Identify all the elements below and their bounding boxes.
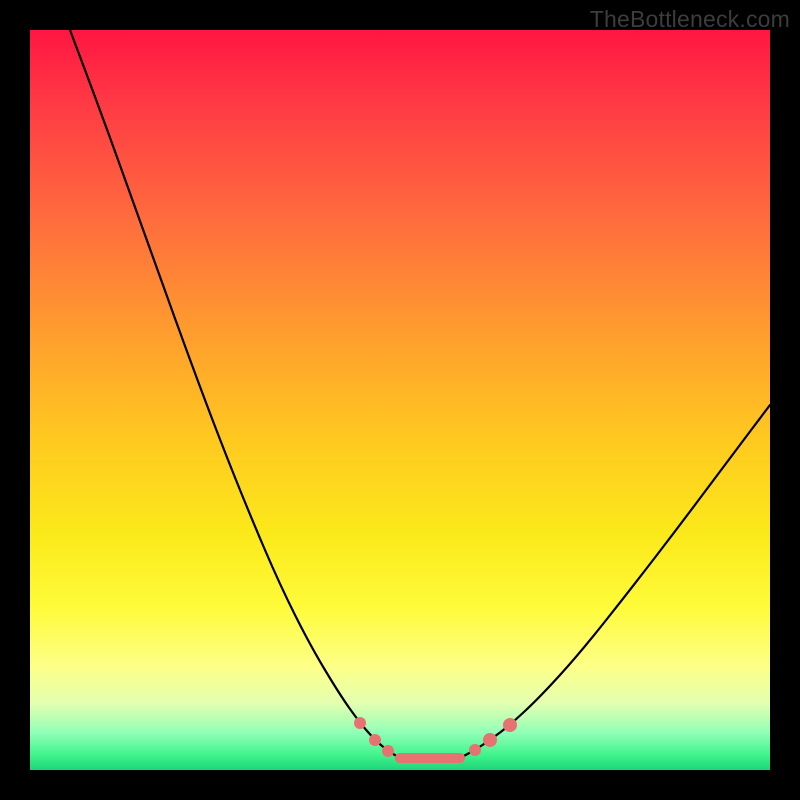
trough-marker	[354, 717, 366, 729]
trough-marker	[469, 744, 481, 756]
trough-marker	[395, 753, 405, 763]
plot-area	[30, 30, 770, 770]
trough-marker	[369, 734, 381, 746]
right-curve	[460, 405, 770, 758]
curves-svg	[30, 30, 770, 770]
chart-frame: TheBottleneck.com	[0, 0, 800, 800]
left-curve	[70, 30, 400, 758]
watermark-text: TheBottleneck.com	[590, 6, 790, 33]
trough-marker	[503, 718, 517, 732]
trough-marker	[382, 745, 394, 757]
trough-marker	[483, 733, 497, 747]
trough-marker	[455, 753, 465, 763]
